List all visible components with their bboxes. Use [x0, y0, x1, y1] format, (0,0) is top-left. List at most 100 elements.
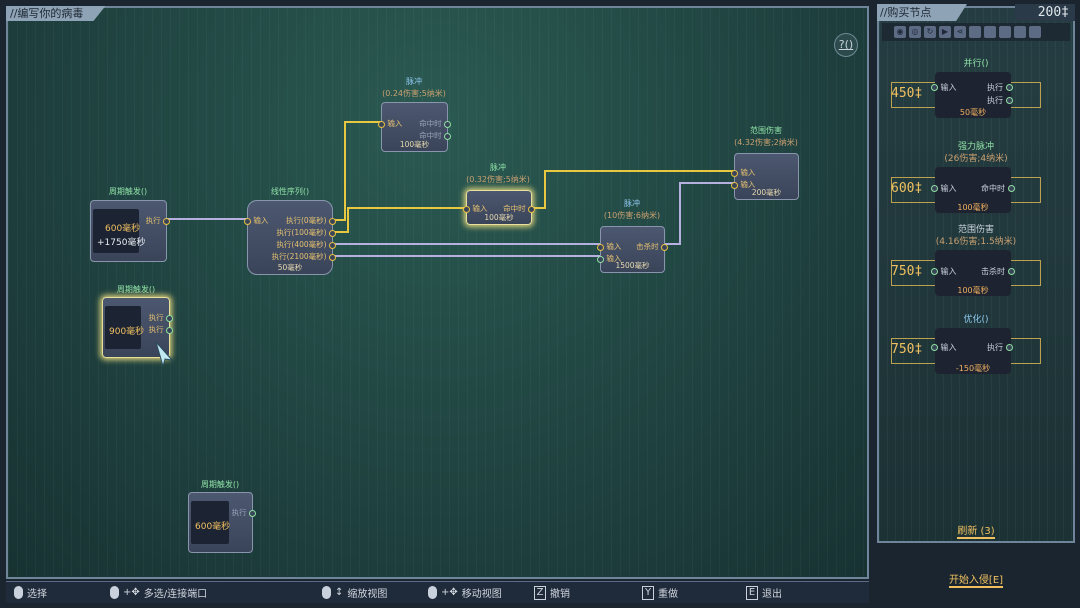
port-dot[interactable]: [329, 253, 336, 261]
shop-item-area-damage[interactable]: 范围伤害 (4.16伤害;1.5纳米) 750‡ 输入 击杀时 100毫秒: [877, 224, 1075, 296]
node-name: 范围伤害: [750, 126, 782, 135]
port-dot[interactable]: [166, 314, 173, 322]
port-in[interactable]: 输入: [597, 241, 621, 252]
currency: 200‡: [1015, 4, 1075, 21]
port-label: 执行(100毫秒): [276, 228, 327, 237]
port-out[interactable]: 执行: [146, 215, 170, 226]
port-out[interactable]: 命中时: [419, 118, 451, 129]
play-filter-icon[interactable]: ▶: [939, 26, 951, 38]
node-stats: (0.24伤害;5纳米): [382, 89, 446, 98]
port-out[interactable]: 执行(100毫秒): [276, 227, 336, 238]
hint-select: 选择: [14, 585, 47, 600]
shop-item-parallel[interactable]: 并行() 450‡ 输入 执行 执行 50毫秒: [877, 58, 1075, 118]
item-name: 强力脉冲: [957, 142, 994, 152]
shop-item-strong-pulse[interactable]: 强力脉冲 (26伤害;4纳米) 600‡ 输入 命中时 100毫秒: [877, 141, 1075, 213]
port-label: 执行: [231, 508, 247, 517]
port-in: 输入: [931, 183, 957, 194]
node-stats: (4.32伤害;2纳米): [734, 138, 798, 147]
node-name: 线性序列(): [270, 187, 310, 196]
port-in: 输入: [931, 342, 957, 353]
port-dot[interactable]: [249, 509, 256, 517]
port-out[interactable]: 执行(400毫秒): [276, 239, 336, 250]
port-dot[interactable]: [329, 229, 336, 237]
port-dot[interactable]: [166, 326, 173, 334]
wire: [332, 121, 381, 221]
port-dot[interactable]: [731, 169, 738, 177]
start-hack-button[interactable]: 开始入侵[E]: [877, 571, 1075, 588]
help-button[interactable]: ?(): [834, 33, 858, 57]
hint-pan: +✥ 移动视图: [428, 585, 502, 600]
loop-filter-icon[interactable]: ↻: [924, 26, 936, 38]
scroll-arrows-icon: ↕: [335, 587, 344, 598]
port-dot[interactable]: [661, 243, 668, 251]
node-name: 周期触发(): [116, 285, 156, 294]
port-out[interactable]: 执行(0毫秒): [286, 215, 336, 226]
wire: [332, 207, 466, 233]
item-price: 750‡: [891, 342, 923, 357]
port-in[interactable]: 输入: [244, 215, 268, 226]
hint-undo: Z 撤销: [534, 585, 570, 600]
port-dot[interactable]: [329, 217, 336, 225]
item-time: 100毫秒: [957, 286, 989, 295]
node-time: 1500毫秒: [615, 261, 650, 270]
interval: 600毫秒: [105, 224, 141, 234]
item-price: 600‡: [891, 181, 923, 196]
key-z: Z: [534, 585, 546, 600]
port-in: 输入: [931, 266, 957, 277]
mouse-cursor-icon: [155, 341, 174, 368]
node-area-damage[interactable]: 输入 输入 200毫秒: [731, 153, 799, 200]
port-out: 执行: [987, 82, 1013, 93]
port-label: 执行: [148, 313, 164, 322]
port-out[interactable]: 执行(2100毫秒): [272, 251, 336, 262]
mouse-scroll-icon: [322, 586, 331, 599]
node-label: 周期触发(): [76, 284, 196, 296]
node-pulse[interactable]: 输入 命中时 100毫秒: [463, 190, 535, 225]
item-name: 优化(): [963, 315, 989, 325]
port-dot[interactable]: [329, 241, 336, 249]
node-time: 100毫秒: [484, 213, 514, 222]
refresh-label: 刷新 (3): [957, 526, 995, 539]
node-periodic-trigger[interactable]: 600毫秒 +1750毫秒 执行: [90, 200, 170, 262]
port-out[interactable]: 执行: [149, 312, 173, 323]
key-e: E: [746, 585, 758, 600]
node-label: 脉冲 (0.32伤害;5纳米): [438, 162, 558, 186]
node-linear-sequence[interactable]: 输入 执行(0毫秒) 执行(100毫秒) 执行(400毫秒) 执行(2100毫秒…: [244, 200, 336, 275]
interval: 900毫秒: [109, 327, 145, 337]
node-name: 脉冲: [406, 77, 422, 86]
port-out[interactable]: 执行: [149, 324, 173, 335]
port-dot[interactable]: [378, 120, 385, 128]
port-dot[interactable]: [597, 243, 604, 251]
item-stats: (26伤害;4纳米): [944, 154, 1008, 164]
empty-slot: [1029, 26, 1041, 38]
aoe-filter-icon[interactable]: ◎: [909, 26, 921, 38]
port-out[interactable]: 击杀时: [636, 241, 668, 252]
port-in[interactable]: 输入: [378, 118, 402, 129]
item-name: 并行(): [963, 59, 989, 69]
port-in[interactable]: 输入: [731, 167, 755, 178]
port-label: 执行: [145, 216, 161, 225]
node-pulse[interactable]: 输入 命中时 命中时 100毫秒: [378, 102, 451, 152]
shop-header: //购买节点 200‡: [877, 4, 1075, 21]
hint-label: 选择: [27, 589, 47, 600]
branch-filter-icon[interactable]: ⋖: [954, 26, 966, 38]
port-dot[interactable]: [244, 217, 251, 225]
node-name: 周期触发(): [108, 187, 148, 196]
port-out[interactable]: 执行: [232, 507, 256, 518]
port-label: 执行(0毫秒): [285, 216, 327, 225]
node-pulse[interactable]: 输入 输入 击杀时 1500毫秒: [597, 226, 668, 273]
empty-slot: [1014, 26, 1026, 38]
port-dot[interactable]: [444, 120, 451, 128]
node-label: 线性序列(): [230, 186, 350, 198]
port-label: 命中时: [419, 119, 442, 128]
shop-item-optimize[interactable]: 优化() 750‡ 输入 执行 -150毫秒: [877, 314, 1075, 374]
port-dot[interactable]: [163, 217, 170, 225]
port-label: 输入: [740, 168, 756, 177]
item-price: 750‡: [891, 264, 923, 279]
node-stats: (10伤害;6纳米): [603, 211, 661, 220]
node-label: 周期触发(): [160, 479, 280, 491]
port-label: 执行(2100毫秒): [271, 252, 327, 261]
node-periodic-trigger[interactable]: 600毫秒 执行: [188, 492, 256, 553]
mouse-middle-icon: [428, 586, 437, 599]
pulse-filter-icon[interactable]: ◉: [894, 26, 906, 38]
refresh-button[interactable]: 刷新 (3): [877, 522, 1075, 539]
